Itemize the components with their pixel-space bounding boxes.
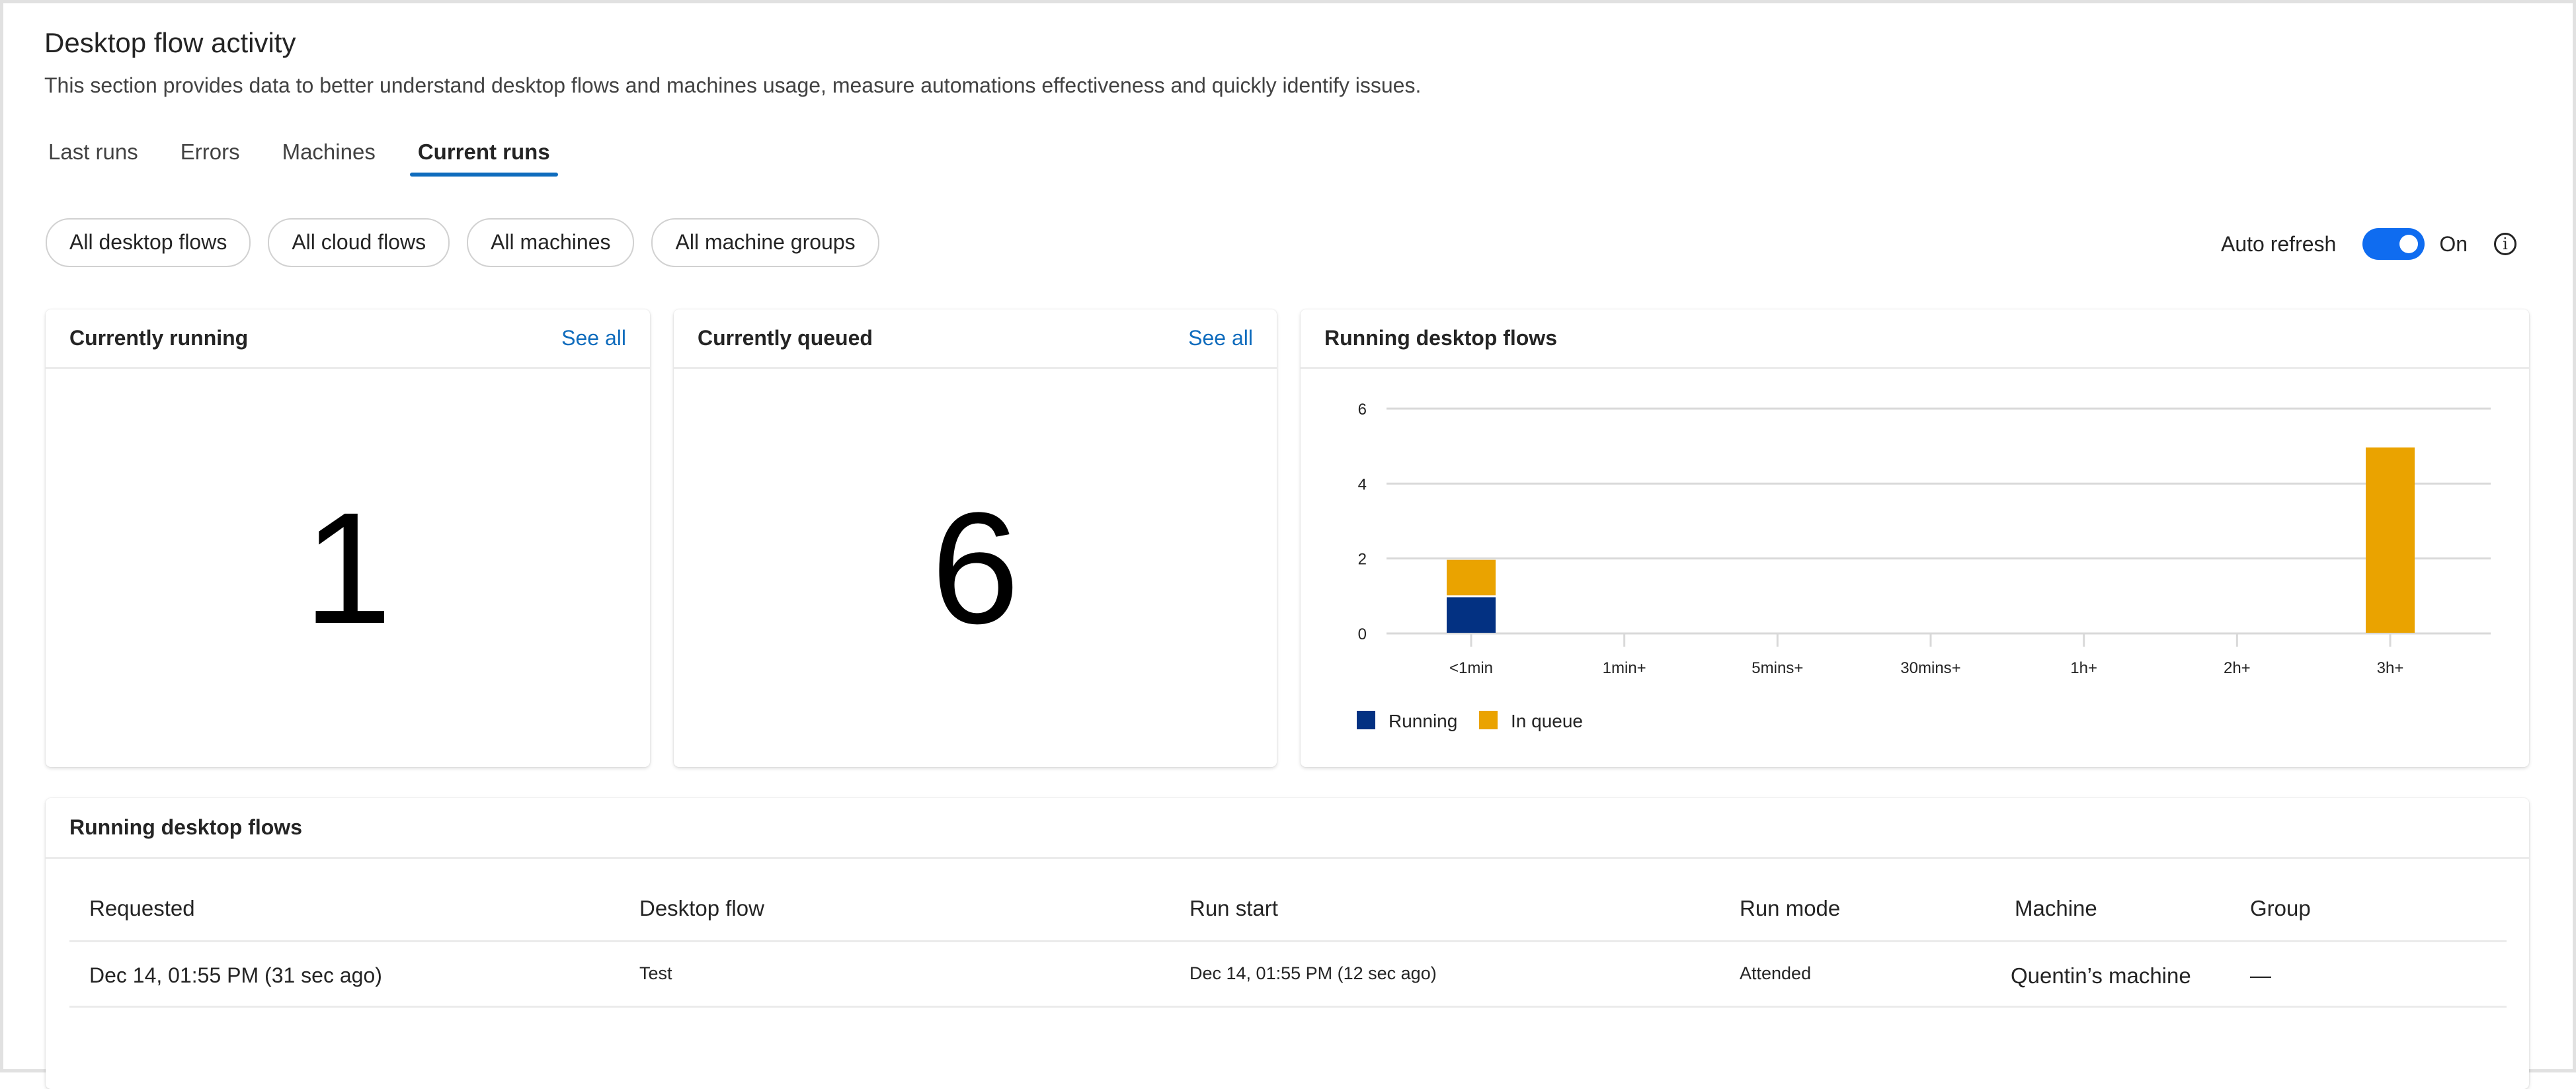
cell-machine: Quentin’s machine [2011, 963, 2191, 988]
x-tick-label: 30mins+ [1900, 659, 1960, 677]
x-tick-label: 2h+ [2224, 659, 2251, 677]
x-tick-label: 1h+ [2070, 659, 2097, 677]
filter-desktop-flows[interactable]: All desktop flows [46, 218, 251, 267]
column-header-requested[interactable]: Requested [89, 896, 195, 921]
auto-refresh-label: Auto refresh [2221, 231, 2337, 256]
column-header-machine[interactable]: Machine [2015, 896, 2097, 921]
tab-machines[interactable]: Machines [278, 136, 380, 177]
auto-refresh-state: On [2439, 231, 2468, 256]
running-count: 1 [303, 479, 392, 657]
card-title: Currently queued [698, 326, 873, 350]
column-header-run-start[interactable]: Run start [1189, 896, 1278, 921]
cell-run-mode: Attended [1740, 963, 1812, 983]
x-tick-label: 3h+ [2377, 659, 2404, 677]
see-all-queued-link[interactable]: See all [1188, 326, 1253, 350]
column-header-run-mode[interactable]: Run mode [1740, 896, 1840, 921]
running-flows-table-card: Running desktop flows [46, 798, 2529, 1089]
see-all-running-link[interactable]: See all [561, 326, 626, 350]
bar-running [1447, 597, 1496, 633]
tab-last-runs[interactable]: Last runs [44, 136, 142, 177]
bar-chart: 0 2 4 6 <1min 1min+ 5mins+ 30mins+ 1h+ 2h+ 3h+ Runn… [1357, 401, 2491, 731]
column-header-desktop-flow[interactable]: Desktop flow [639, 896, 764, 921]
filter-bar: All desktop flows All cloud flows All ma… [46, 218, 879, 267]
page-description: This section provides data to better und… [44, 73, 1422, 97]
y-tick-label: 2 [1358, 551, 1367, 569]
queued-count: 6 [931, 479, 1020, 657]
info-icon[interactable]: i [2494, 233, 2516, 255]
x-tick-label: 1min+ [1603, 659, 1646, 677]
bar-in-queue [1447, 559, 1496, 596]
table-title: Running desktop flows [69, 815, 302, 839]
filter-machines[interactable]: All machines [467, 218, 635, 267]
cell-desktop-flow: Test [639, 963, 672, 983]
running-flows-chart-card: Running desktop flows 0 2 4 6 <1min 1min+ 5min… [1301, 309, 2529, 767]
column-header-group[interactable]: Group [2250, 896, 2311, 921]
page-title: Desktop flow activity [44, 27, 296, 58]
tab-errors[interactable]: Errors [177, 136, 244, 177]
bar-in-queue [2366, 447, 2415, 633]
y-tick-label: 0 [1358, 625, 1367, 643]
currently-queued-card: Currently queued See all 6 [674, 309, 1277, 767]
x-tick-label: <1min [1449, 659, 1493, 677]
header-divider [69, 940, 2507, 942]
legend-label: In queue [1511, 711, 1583, 731]
cell-requested: Dec 14, 01:55 PM (31 sec ago) [89, 963, 382, 987]
legend-swatch [1357, 711, 1375, 729]
x-tick-label: 5mins+ [1751, 659, 1803, 677]
legend-label: Running [1389, 711, 1457, 731]
filter-cloud-flows[interactable]: All cloud flows [268, 218, 450, 267]
y-tick-label: 6 [1358, 401, 1367, 419]
cell-group: — [2250, 963, 2271, 987]
chart-title: Running desktop flows [1324, 326, 1557, 350]
y-tick-label: 4 [1358, 475, 1367, 493]
auto-refresh-control: Auto refresh On i [2221, 228, 2516, 260]
row-divider [69, 1006, 2507, 1008]
filter-machine-groups[interactable]: All machine groups [651, 218, 879, 267]
tab-bar: Last runs Errors Machines Current runs [44, 136, 588, 177]
auto-refresh-toggle[interactable] [2362, 228, 2425, 260]
tab-current-runs[interactable]: Current runs [409, 136, 558, 177]
card-title: Currently running [69, 326, 249, 350]
currently-running-card: Currently running See all 1 [46, 309, 650, 767]
cell-run-start: Dec 14, 01:55 PM (12 sec ago) [1189, 963, 1437, 983]
legend-swatch [1479, 711, 1498, 729]
